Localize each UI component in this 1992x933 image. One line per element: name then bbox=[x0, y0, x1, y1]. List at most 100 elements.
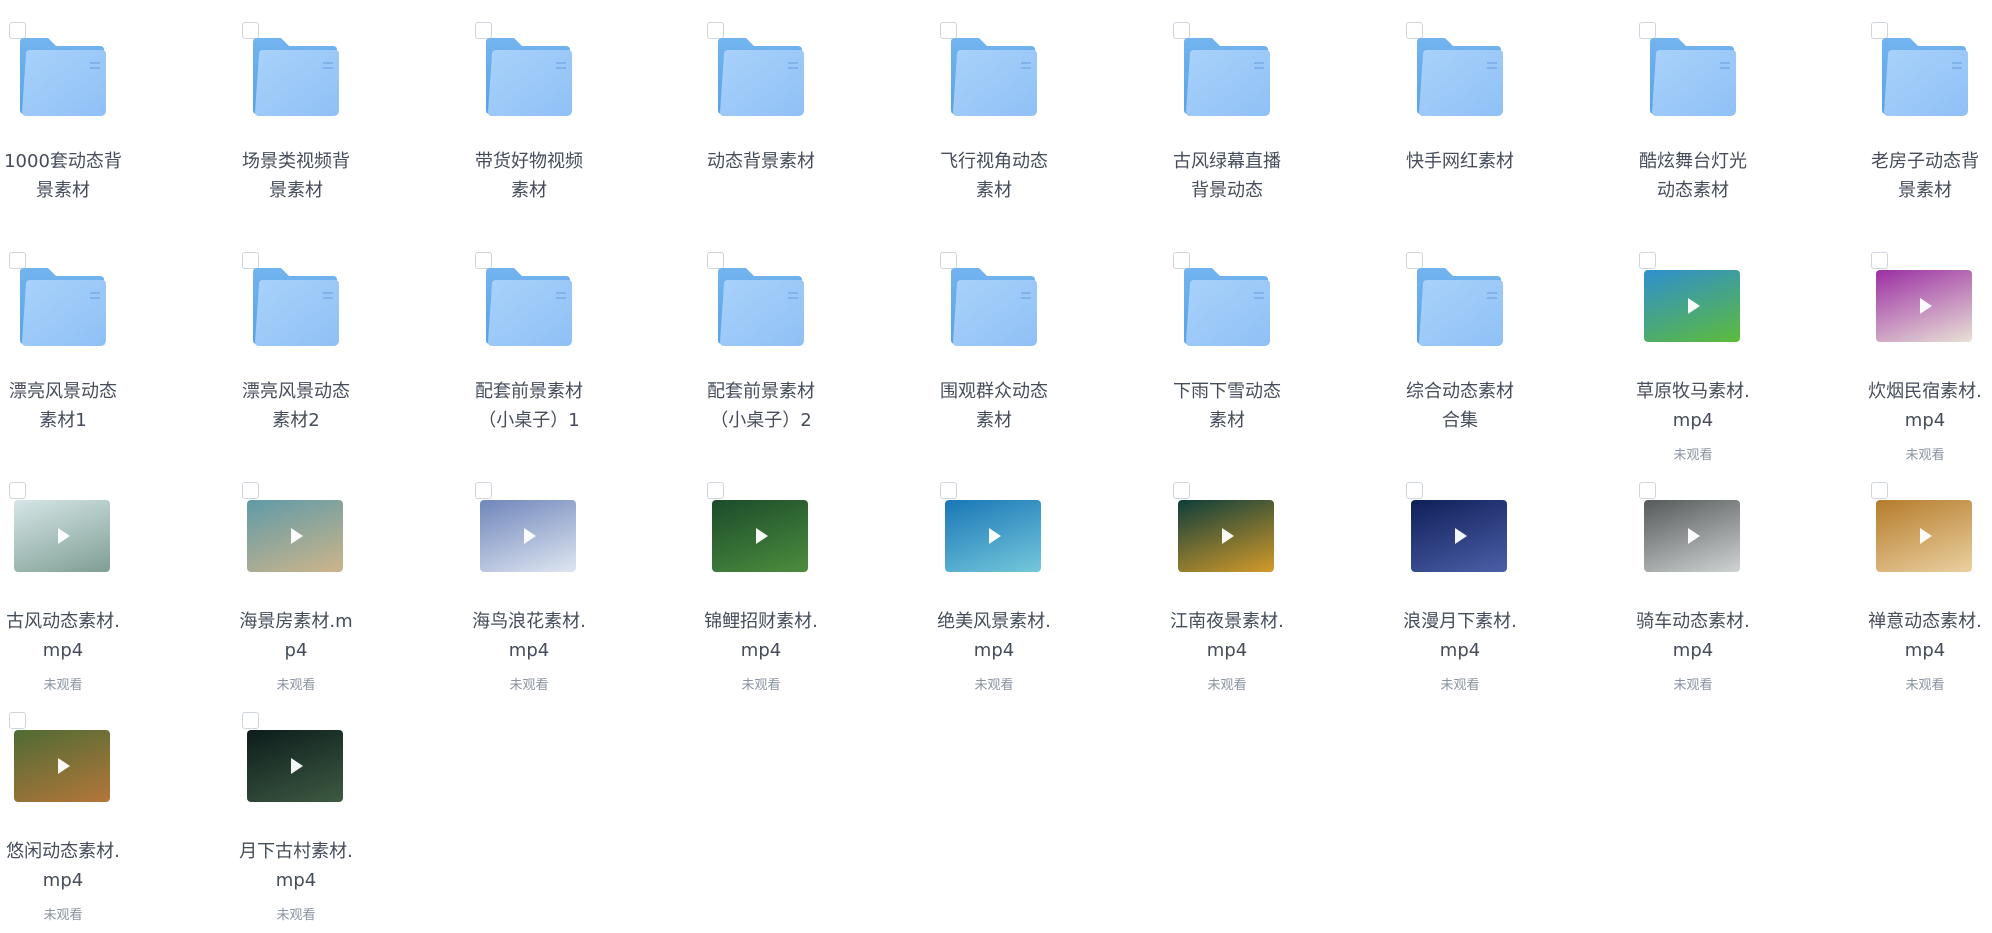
select-checkbox[interactable] bbox=[9, 482, 26, 499]
folder-item[interactable]: 综合动态素材合集 bbox=[1399, 232, 1631, 457]
item-name: 锦鲤招财素材.mp4 bbox=[704, 611, 818, 661]
folder-item[interactable]: 动态背景素材 bbox=[700, 2, 932, 227]
video-thumbnail bbox=[1178, 500, 1274, 572]
select-checkbox[interactable] bbox=[707, 482, 724, 499]
item-name: 月下古村素材.mp4 bbox=[239, 841, 353, 891]
watch-status: 未观看 bbox=[276, 678, 316, 693]
item-name: 酷炫舞台灯光动态素材 bbox=[1639, 151, 1747, 201]
video-thumbnail bbox=[945, 500, 1041, 572]
play-icon bbox=[58, 758, 70, 774]
watch-status: 未观看 bbox=[1673, 448, 1713, 463]
watch-status: 未观看 bbox=[1207, 678, 1247, 693]
item-name: 草原牧马素材.mp4 bbox=[1636, 381, 1750, 431]
item-name: 老房子动态背景素材 bbox=[1871, 151, 1979, 201]
item-name: 综合动态素材合集 bbox=[1406, 381, 1514, 431]
video-item[interactable]: 海景房素材.mp4 未观看 bbox=[235, 462, 467, 693]
item-name: 江南夜景素材.mp4 bbox=[1170, 611, 1284, 661]
video-item[interactable]: 草原牧马素材.mp4 未观看 bbox=[1632, 232, 1864, 463]
select-checkbox[interactable] bbox=[1639, 252, 1656, 269]
video-item[interactable]: 绝美风景素材.mp4 未观看 bbox=[933, 462, 1165, 693]
folder-item[interactable]: 快手网红素材 bbox=[1399, 2, 1631, 227]
video-item[interactable]: 骑车动态素材.mp4 未观看 bbox=[1632, 462, 1864, 693]
video-item[interactable]: 江南夜景素材.mp4 未观看 bbox=[1166, 462, 1398, 693]
folder-icon bbox=[1880, 36, 1968, 118]
select-checkbox[interactable] bbox=[940, 482, 957, 499]
select-checkbox[interactable] bbox=[1173, 482, 1190, 499]
folder-item[interactable]: 1000套动态背景素材 bbox=[2, 2, 234, 227]
select-checkbox[interactable] bbox=[1871, 482, 1888, 499]
watch-status: 未观看 bbox=[1905, 678, 1945, 693]
item-name: 动态背景素材 bbox=[707, 151, 815, 172]
folder-item[interactable]: 酷炫舞台灯光动态素材 bbox=[1632, 2, 1864, 227]
folder-icon bbox=[1415, 36, 1503, 118]
folder-icon bbox=[1182, 266, 1270, 348]
select-checkbox[interactable] bbox=[475, 482, 492, 499]
play-icon bbox=[989, 528, 1001, 544]
video-item[interactable]: 禅意动态素材.mp4 未观看 bbox=[1864, 462, 1992, 693]
play-icon bbox=[756, 528, 768, 544]
folder-icon bbox=[484, 266, 572, 348]
play-icon bbox=[524, 528, 536, 544]
video-item[interactable]: 海鸟浪花素材.mp4 未观看 bbox=[468, 462, 700, 693]
folder-item[interactable]: 下雨下雪动态素材 bbox=[1166, 232, 1398, 457]
item-name: 悠闲动态素材.mp4 bbox=[6, 841, 120, 891]
video-thumbnail bbox=[247, 500, 343, 572]
folder-item[interactable]: 场景类视频背景素材 bbox=[235, 2, 467, 227]
item-name: 海景房素材.mp4 bbox=[239, 611, 353, 661]
video-thumbnail bbox=[14, 500, 110, 572]
folder-icon bbox=[716, 266, 804, 348]
item-name: 古风动态素材.mp4 bbox=[6, 611, 120, 661]
watch-status: 未观看 bbox=[43, 908, 83, 923]
watch-status: 未观看 bbox=[1905, 448, 1945, 463]
play-icon bbox=[1222, 528, 1234, 544]
folder-icon bbox=[949, 36, 1037, 118]
video-item[interactable]: 浪漫月下素材.mp4 未观看 bbox=[1399, 462, 1631, 693]
video-item[interactable]: 炊烟民宿素材.mp4 未观看 bbox=[1864, 232, 1992, 463]
video-thumbnail bbox=[1644, 500, 1740, 572]
item-name: 围观群众动态素材 bbox=[940, 381, 1048, 431]
video-thumbnail bbox=[14, 730, 110, 802]
select-checkbox[interactable] bbox=[242, 712, 259, 729]
video-item[interactable]: 悠闲动态素材.mp4 未观看 bbox=[2, 692, 234, 923]
folder-item[interactable]: 配套前景素材（小桌子）1 bbox=[468, 232, 700, 457]
play-icon bbox=[1688, 528, 1700, 544]
video-item[interactable]: 锦鲤招财素材.mp4 未观看 bbox=[700, 462, 932, 693]
item-name: 配套前景素材（小桌子）2 bbox=[707, 381, 815, 431]
item-name: 禅意动态素材.mp4 bbox=[1868, 611, 1982, 661]
watch-status: 未观看 bbox=[741, 678, 781, 693]
select-checkbox[interactable] bbox=[1871, 252, 1888, 269]
item-name: 带货好物视频素材 bbox=[475, 151, 583, 201]
item-name: 快手网红素材 bbox=[1406, 151, 1514, 172]
select-checkbox[interactable] bbox=[1639, 482, 1656, 499]
item-name: 配套前景素材（小桌子）1 bbox=[475, 381, 583, 431]
video-thumbnail bbox=[480, 500, 576, 572]
play-icon bbox=[58, 528, 70, 544]
folder-item[interactable]: 飞行视角动态素材 bbox=[933, 2, 1165, 227]
folder-item[interactable]: 围观群众动态素材 bbox=[933, 232, 1165, 457]
item-name: 炊烟民宿素材.mp4 bbox=[1868, 381, 1982, 431]
select-checkbox[interactable] bbox=[9, 712, 26, 729]
item-name: 浪漫月下素材.mp4 bbox=[1403, 611, 1517, 661]
folder-item[interactable]: 配套前景素材（小桌子）2 bbox=[700, 232, 932, 457]
folder-item[interactable]: 漂亮风景动态素材2 bbox=[235, 232, 467, 457]
folder-item[interactable]: 漂亮风景动态素材1 bbox=[2, 232, 234, 457]
select-checkbox[interactable] bbox=[242, 482, 259, 499]
select-checkbox[interactable] bbox=[1406, 482, 1423, 499]
watch-status: 未观看 bbox=[1440, 678, 1480, 693]
video-item[interactable]: 古风动态素材.mp4 未观看 bbox=[2, 462, 234, 693]
video-thumbnail bbox=[1411, 500, 1507, 572]
file-grid: 1000套动态背景素材 场景类视频背景素材 带货好物视频素材 动态背景素材 飞行… bbox=[0, 0, 1992, 933]
watch-status: 未观看 bbox=[43, 678, 83, 693]
play-icon bbox=[1920, 528, 1932, 544]
watch-status: 未观看 bbox=[276, 908, 316, 923]
item-name: 下雨下雪动态素材 bbox=[1173, 381, 1281, 431]
folder-item[interactable]: 老房子动态背景素材 bbox=[1864, 2, 1992, 227]
folder-icon bbox=[1182, 36, 1270, 118]
item-name: 漂亮风景动态素材2 bbox=[242, 381, 350, 431]
folder-item[interactable]: 带货好物视频素材 bbox=[468, 2, 700, 227]
video-item[interactable]: 月下古村素材.mp4 未观看 bbox=[235, 692, 467, 923]
folder-item[interactable]: 古风绿幕直播背景动态 bbox=[1166, 2, 1398, 227]
item-name: 海鸟浪花素材.mp4 bbox=[472, 611, 586, 661]
play-icon bbox=[291, 758, 303, 774]
folder-icon bbox=[251, 266, 339, 348]
